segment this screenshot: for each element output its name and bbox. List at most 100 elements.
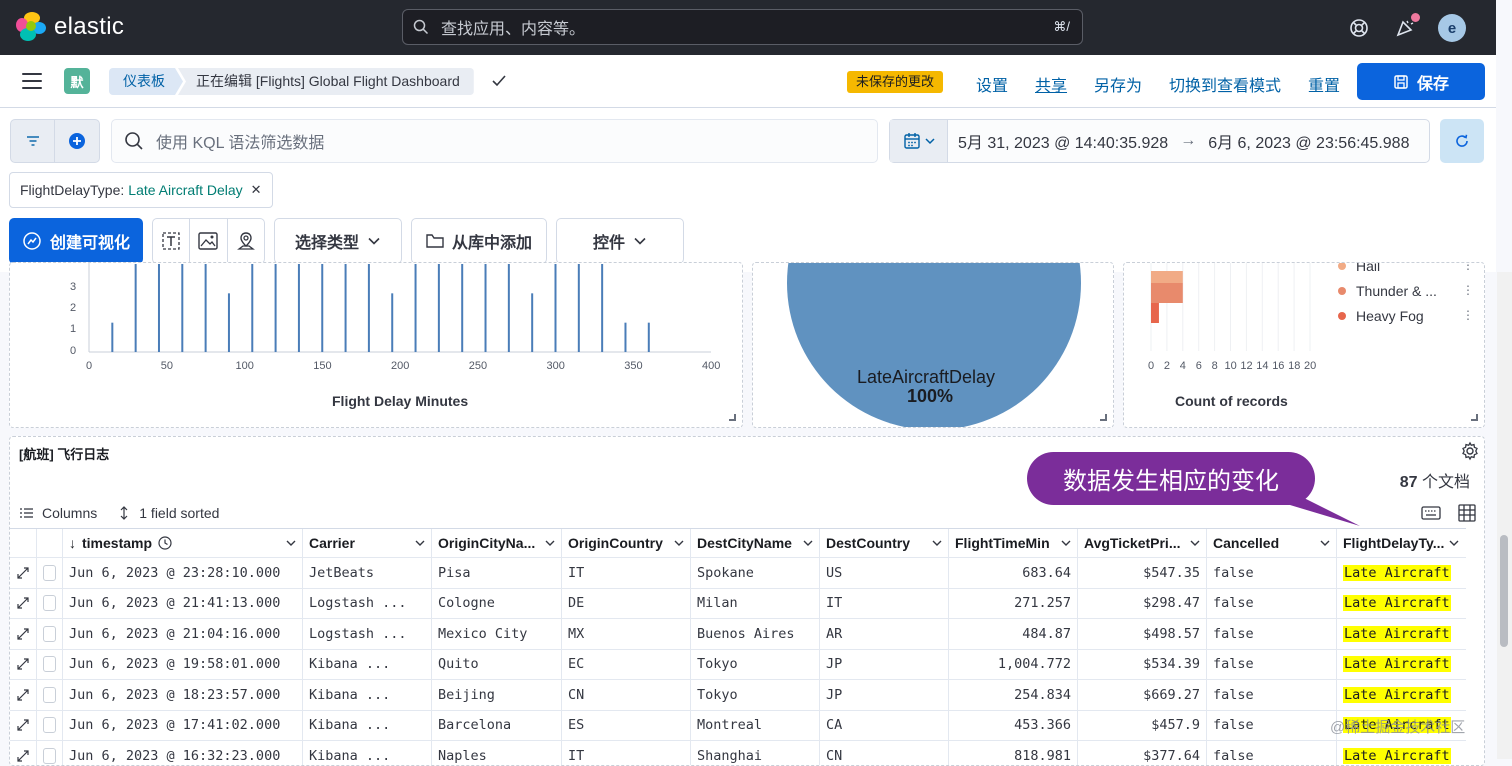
histogram-bar[interactable] (437, 264, 440, 352)
table-cell[interactable]: 818.981 (949, 741, 1078, 765)
histogram-bar[interactable] (204, 264, 207, 352)
table-cell[interactable]: Jun 6, 2023 @ 18:23:57.000 (63, 680, 303, 710)
table-cell[interactable]: $669.27 (1078, 680, 1207, 710)
row-checkbox[interactable] (43, 686, 56, 703)
table-cell[interactable]: Late Aircraft (1337, 619, 1465, 649)
more-icon[interactable]: ⋮ (1462, 278, 1474, 303)
histogram-bar[interactable] (134, 264, 137, 352)
columns-button[interactable]: Columns (42, 505, 97, 521)
table-cell[interactable]: 1,004.772 (949, 649, 1078, 679)
column-header-timestamp[interactable]: ↓ timestamp (63, 529, 303, 557)
table-cell[interactable]: Jun 6, 2023 @ 23:28:10.000 (63, 558, 303, 588)
table-cell[interactable]: JP (820, 649, 949, 679)
table-cell[interactable]: AR (820, 619, 949, 649)
table-cell[interactable]: 453.366 (949, 710, 1078, 740)
table-cell[interactable]: Jun 6, 2023 @ 21:41:13.000 (63, 588, 303, 618)
table-cell[interactable]: false (1207, 710, 1337, 740)
legend-item[interactable]: Hail (1338, 263, 1437, 278)
filter-pill[interactable]: FlightDelayType: Late Aircraft Delay ✕ (9, 172, 273, 208)
table-cell[interactable]: Jun 6, 2023 @ 19:58:01.000 (63, 649, 303, 679)
table-cell[interactable]: Jun 6, 2023 @ 21:04:16.000 (63, 619, 303, 649)
table-cell[interactable]: Beijing (432, 680, 562, 710)
expand-row-icon[interactable] (10, 649, 37, 679)
table-cell[interactable]: Late Aircraft (1337, 650, 1465, 680)
table-cell[interactable]: false (1207, 588, 1337, 618)
table-cell[interactable]: Logstash ... (303, 619, 432, 649)
table-cell[interactable]: Milan (691, 588, 820, 618)
map-icon[interactable] (228, 219, 264, 263)
table-cell[interactable]: false (1207, 619, 1337, 649)
row-checkbox[interactable] (43, 625, 56, 642)
help-icon[interactable] (1346, 15, 1372, 41)
bar-thunder[interactable] (1151, 283, 1183, 303)
table-cell[interactable]: Mexico City (432, 619, 562, 649)
histogram-bar[interactable] (624, 322, 627, 352)
table-row[interactable]: Jun 6, 2023 @ 17:41:02.000 Kibana ... Barc… (10, 710, 1466, 741)
table-cell[interactable]: Jun 6, 2023 @ 17:41:02.000 (63, 710, 303, 740)
fullscreen-table-icon[interactable] (1458, 504, 1476, 522)
histogram-bar[interactable] (414, 264, 417, 352)
table-row[interactable]: Jun 6, 2023 @ 21:04:16.000 Logstash ... Me… (10, 619, 1466, 650)
resize-handle-icon[interactable] (729, 414, 736, 421)
table-cell[interactable]: false (1207, 741, 1337, 765)
histogram-bar[interactable] (601, 264, 604, 352)
expand-row-icon[interactable] (10, 619, 37, 649)
table-cell[interactable]: MX (562, 619, 691, 649)
table-row[interactable]: Jun 6, 2023 @ 16:32:23.000 Kibana ... Napl… (10, 741, 1466, 765)
table-cell[interactable]: DE (562, 588, 691, 618)
table-cell[interactable]: US (820, 558, 949, 588)
row-checkbox[interactable] (43, 595, 56, 612)
create-visualization-button[interactable]: 创建可视化 (9, 218, 143, 264)
table-cell[interactable]: JetBeats (303, 558, 432, 588)
table-cell[interactable]: false (1207, 649, 1337, 679)
table-row[interactable]: Jun 6, 2023 @ 21:41:13.000 Logstash ... Co… (10, 588, 1466, 619)
table-cell[interactable]: Barcelona (432, 710, 562, 740)
sort-button[interactable]: 1 field sorted (139, 505, 219, 521)
news-feed-icon[interactable] (1392, 13, 1420, 41)
column-header-dest-city[interactable]: DestCityName (691, 529, 820, 557)
table-cell[interactable]: ES (562, 710, 691, 740)
histogram-bar[interactable] (274, 264, 277, 352)
expand-row-icon[interactable] (10, 588, 37, 618)
image-icon[interactable] (190, 219, 228, 263)
table-cell[interactable]: Kibana ... (303, 741, 432, 765)
save-button[interactable]: 保存 (1357, 63, 1485, 100)
histogram-bar[interactable] (321, 264, 324, 352)
more-icon[interactable]: ⋮ (1462, 303, 1474, 328)
controls-dropdown[interactable]: 控件 (556, 218, 684, 264)
column-header-carrier[interactable]: Carrier (303, 529, 432, 557)
row-checkbox[interactable] (43, 747, 56, 764)
table-cell[interactable]: Kibana ... (303, 710, 432, 740)
refresh-button[interactable] (1440, 119, 1484, 163)
legend-item[interactable]: Thunder & ... (1338, 278, 1437, 303)
table-cell[interactable]: 271.257 (949, 588, 1078, 618)
table-cell[interactable]: $377.64 (1078, 741, 1207, 765)
table-cell[interactable]: Tokyo (691, 649, 820, 679)
table-row[interactable]: Jun 6, 2023 @ 19:58:01.000 Kibana ... Quit… (10, 649, 1466, 680)
table-cell[interactable]: Tokyo (691, 680, 820, 710)
more-icon[interactable]: ⋮ (1462, 263, 1474, 278)
table-cell[interactable]: Cologne (432, 588, 562, 618)
table-cell[interactable]: false (1207, 558, 1337, 588)
table-cell[interactable]: $457.9 (1078, 710, 1207, 740)
scrollbar-thumb[interactable] (1500, 535, 1508, 647)
histogram-bar[interactable] (251, 264, 254, 352)
kql-search-input[interactable]: 使用 KQL 语法筛选数据 (111, 119, 878, 163)
histogram-bar[interactable] (577, 264, 580, 352)
column-header-origin-country[interactable]: OriginCountry (562, 529, 691, 557)
table-cell[interactable]: CN (562, 680, 691, 710)
reset-link[interactable]: 重置 (1308, 72, 1340, 96)
table-cell[interactable]: false (1207, 680, 1337, 710)
row-checkbox[interactable] (43, 656, 56, 673)
add-filter-icon[interactable] (55, 120, 99, 162)
histogram-bar[interactable] (461, 264, 464, 352)
table-cell[interactable]: Late Aircraft (1337, 558, 1465, 588)
table-cell[interactable]: $498.57 (1078, 619, 1207, 649)
user-avatar[interactable]: e (1438, 14, 1466, 42)
histogram-bar[interactable] (647, 322, 650, 352)
table-cell[interactable]: EC (562, 649, 691, 679)
table-cell[interactable]: Spokane (691, 558, 820, 588)
histogram-bar[interactable] (531, 293, 534, 352)
table-cell[interactable]: 683.64 (949, 558, 1078, 588)
table-cell[interactable]: JP (820, 680, 949, 710)
